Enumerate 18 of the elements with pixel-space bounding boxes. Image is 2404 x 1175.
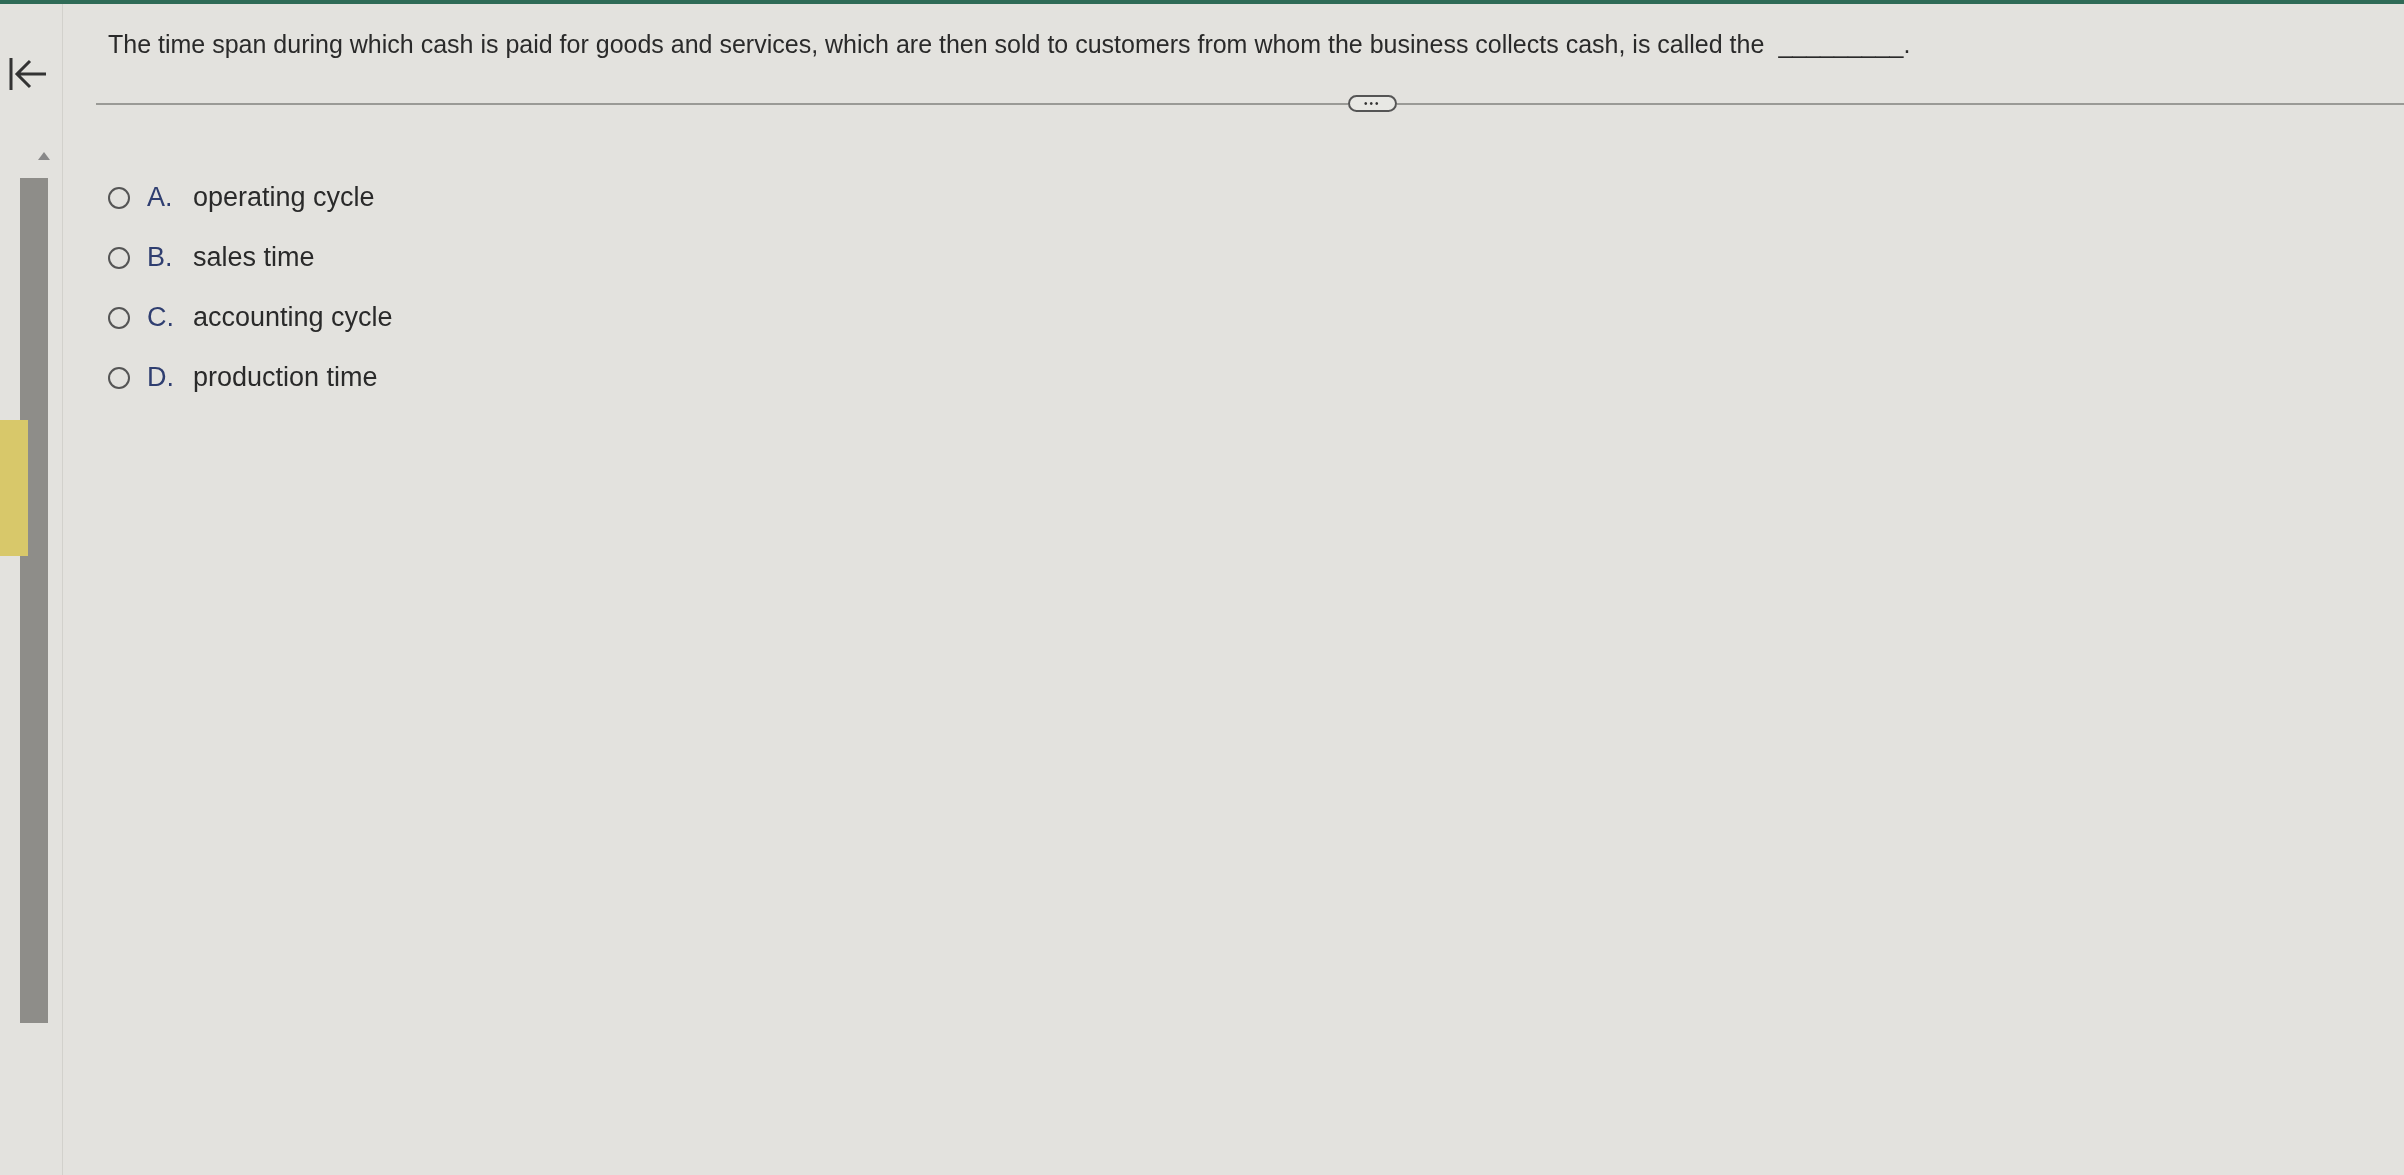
radio-button[interactable] [108, 186, 130, 209]
more-button[interactable]: ••• [1348, 95, 1397, 112]
option-letter: B. [147, 242, 174, 273]
option-letter: A. [147, 182, 174, 213]
option-letter: D. [147, 362, 175, 393]
option-label[interactable]: production time [193, 362, 378, 393]
answer-blank: _________. [1778, 30, 1911, 59]
question-text: The time span during which cash is paid for goods and services, which are then sold to customers from whom the business collects cash, is called the [108, 30, 1765, 59]
option-letter: C. [147, 302, 175, 333]
scroll-up-icon[interactable] [38, 152, 50, 160]
radio-button[interactable] [108, 306, 130, 329]
option-label[interactable]: sales time [193, 242, 315, 273]
radio-button[interactable] [108, 366, 130, 389]
radio-button[interactable] [108, 246, 130, 269]
scrollbar[interactable] [20, 178, 48, 1023]
option-label[interactable]: accounting cycle [193, 302, 393, 333]
back-arrow-icon[interactable] [8, 56, 48, 92]
option-label[interactable]: operating cycle [193, 182, 375, 213]
